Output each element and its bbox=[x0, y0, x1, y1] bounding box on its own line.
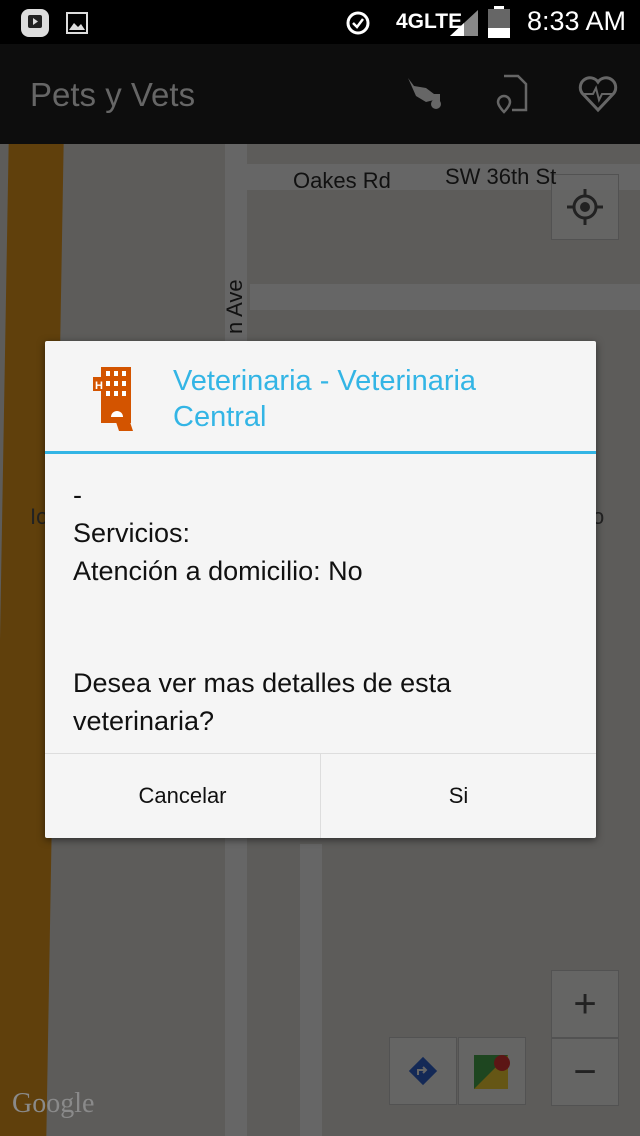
message-line: - bbox=[73, 480, 82, 510]
hospital-building-icon: H bbox=[93, 367, 133, 431]
app-title: Pets y Vets bbox=[30, 76, 196, 113]
vet-details-dialog: H Veterinaria - Veterinaria Central - Se… bbox=[45, 341, 596, 838]
map-label-oakes: Oakes Rd bbox=[293, 168, 391, 193]
map-label-ave: n Ave bbox=[222, 279, 247, 334]
clock: 8:33 AM bbox=[526, 6, 626, 36]
map-document-icon[interactable] bbox=[494, 74, 534, 114]
dialog-title: Veterinaria - Veterinaria Central bbox=[173, 365, 477, 433]
dialog-message: - Servicios: Atención a domicilio: No De… bbox=[45, 454, 596, 751]
message-blank bbox=[73, 590, 568, 664]
confirm-button[interactable]: Si bbox=[320, 754, 596, 838]
cancel-button[interactable]: Cancelar bbox=[45, 754, 320, 838]
app-bar: Pets y Vets bbox=[0, 44, 640, 144]
battery-icon bbox=[488, 6, 510, 38]
message-question: Desea ver mas detalles de esta veterinar… bbox=[73, 668, 452, 736]
alarm-icon bbox=[346, 11, 370, 35]
dialog-header: H Veterinaria - Veterinaria Central bbox=[45, 341, 596, 454]
heart-pulse-icon[interactable] bbox=[578, 74, 618, 114]
image-icon bbox=[66, 12, 88, 34]
google-watermark: Google bbox=[12, 1088, 95, 1119]
svg-text:H: H bbox=[95, 380, 103, 392]
pets-icon[interactable] bbox=[406, 74, 446, 114]
message-services: Servicios: bbox=[73, 518, 191, 548]
notification-app-icon bbox=[21, 9, 49, 37]
message-home-visit: Atención a domicilio: No bbox=[73, 556, 363, 586]
map-label-sw36: SW 36th St bbox=[445, 164, 557, 189]
signal-icon bbox=[450, 10, 478, 36]
status-bar: 4GLTE 8:33 AM bbox=[0, 0, 640, 44]
dialog-buttons: Cancelar Si bbox=[45, 753, 596, 838]
